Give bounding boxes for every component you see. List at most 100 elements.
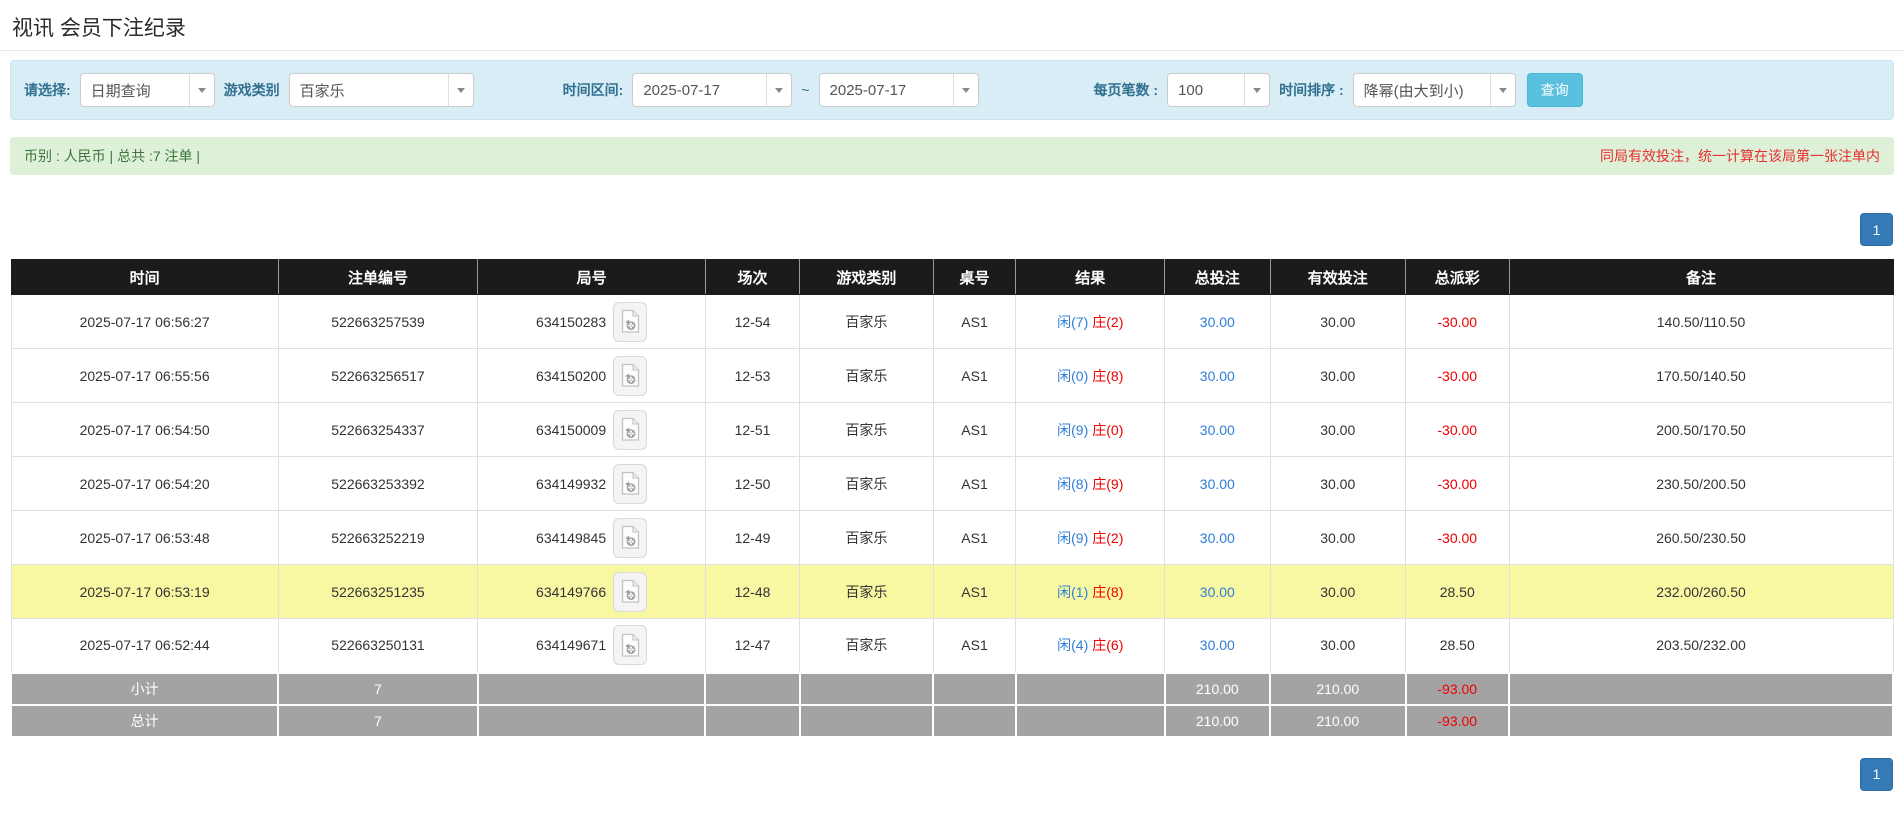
cell-time: 2025-07-17 06:55:56 [11, 349, 278, 403]
cell-round: 634150009 [478, 403, 706, 457]
cell-remark: 230.50/200.50 [1509, 457, 1893, 511]
cell-bet-id: 522663257539 [278, 295, 477, 349]
cell-session: 12-53 [705, 349, 799, 403]
summary-empty-cell [705, 673, 799, 705]
table-row: 2025-07-17 06:53:19 522663251235 6341497… [11, 565, 1893, 619]
summary-empty-cell [478, 705, 706, 737]
cell-bet-id: 522663251235 [278, 565, 477, 619]
video-replay-button[interactable] [613, 464, 647, 504]
result-banker: 庄(2) [1092, 530, 1123, 546]
table-row: 2025-07-17 06:55:56 522663256517 6341502… [11, 349, 1893, 403]
video-replay-button[interactable] [613, 410, 647, 450]
result-player: 闲(0) [1057, 368, 1088, 384]
cell-total-bet: 30.00 [1165, 295, 1270, 349]
round-id: 634149671 [536, 637, 606, 653]
total-bet-link[interactable]: 30.00 [1200, 530, 1235, 546]
date-from-value: 2025-07-17 [643, 82, 720, 99]
date-from-select[interactable]: 2025-07-17 [632, 73, 792, 107]
result-player: 闲(4) [1057, 637, 1088, 653]
video-replay-button[interactable] [613, 302, 647, 342]
cell-result: 闲(1)庄(8) [1016, 565, 1165, 619]
summary-count: 7 [278, 705, 477, 737]
summary-label: 小计 [11, 673, 278, 705]
cell-total-bet: 30.00 [1165, 349, 1270, 403]
cell-table-no: AS1 [933, 565, 1016, 619]
cell-table-no: AS1 [933, 349, 1016, 403]
cell-session: 12-47 [705, 619, 799, 673]
pagination-top: 1 [10, 213, 1894, 246]
video-file-icon [621, 363, 640, 388]
summary-row: 小计 7 210.00 210.00 -93.00 [11, 673, 1893, 705]
cell-time: 2025-07-17 06:56:27 [11, 295, 278, 349]
cell-time: 2025-07-17 06:53:48 [11, 511, 278, 565]
summary-empty-cell [1509, 673, 1893, 705]
cell-payout: -30.00 [1406, 457, 1510, 511]
cell-table-no: AS1 [933, 403, 1016, 457]
query-type-label: 请选择: [24, 80, 71, 100]
video-replay-button[interactable] [613, 572, 647, 612]
result-banker: 庄(6) [1092, 637, 1123, 653]
note-text: 同局有效投注，统一计算在该局第一张注单内 [1600, 146, 1880, 166]
round-id: 634150283 [536, 314, 606, 330]
search-button[interactable]: 查询 [1527, 73, 1583, 107]
total-bet-link[interactable]: 30.00 [1200, 368, 1235, 384]
page-size-select[interactable]: 100 [1167, 73, 1270, 107]
video-replay-button[interactable] [613, 518, 647, 558]
cell-result: 闲(9)庄(2) [1016, 511, 1165, 565]
column-header: 时间 [11, 260, 278, 295]
cell-valid-bet: 30.00 [1270, 295, 1406, 349]
pagination-bottom: 1 [10, 758, 1894, 791]
page-button-1[interactable]: 1 [1860, 758, 1893, 791]
table-row: 2025-07-17 06:56:27 522663257539 6341502… [11, 295, 1893, 349]
total-bet-link[interactable]: 30.00 [1200, 476, 1235, 492]
cell-payout: -30.00 [1406, 511, 1510, 565]
cell-total-bet: 30.00 [1165, 403, 1270, 457]
cell-total-bet: 30.00 [1165, 565, 1270, 619]
total-bet-link[interactable]: 30.00 [1200, 584, 1235, 600]
cell-payout: 28.50 [1406, 565, 1510, 619]
chevron-down-icon [189, 74, 214, 106]
sort-select[interactable]: 降幂(由大到小) [1353, 73, 1516, 107]
video-file-icon [621, 309, 640, 334]
chevron-down-icon [1490, 74, 1515, 106]
cell-game-type: 百家乐 [800, 295, 934, 349]
table-row: 2025-07-17 06:52:44 522663250131 6341496… [11, 619, 1893, 673]
summary-count: 7 [278, 673, 477, 705]
cell-bet-id: 522663254337 [278, 403, 477, 457]
cell-valid-bet: 30.00 [1270, 565, 1406, 619]
cell-remark: 200.50/170.50 [1509, 403, 1893, 457]
summary-total-bet: 210.00 [1165, 673, 1270, 705]
total-bet-link[interactable]: 30.00 [1200, 422, 1235, 438]
cell-valid-bet: 30.00 [1270, 511, 1406, 565]
chevron-down-icon [766, 74, 791, 106]
video-replay-button[interactable] [613, 625, 647, 665]
summary-valid-bet: 210.00 [1270, 705, 1406, 737]
cell-remark: 260.50/230.50 [1509, 511, 1893, 565]
round-id: 634150009 [536, 422, 606, 438]
cell-remark: 170.50/140.50 [1509, 349, 1893, 403]
query-type-select[interactable]: 日期查询 [80, 73, 215, 107]
total-bet-link[interactable]: 30.00 [1200, 637, 1235, 653]
cell-payout: -30.00 [1406, 349, 1510, 403]
cell-total-bet: 30.00 [1165, 511, 1270, 565]
page-size-label: 每页笔数 : [1094, 80, 1159, 100]
table-row: 2025-07-17 06:54:50 522663254337 6341500… [11, 403, 1893, 457]
summary-valid-bet: 210.00 [1270, 673, 1406, 705]
video-replay-button[interactable] [613, 356, 647, 396]
total-bet-link[interactable]: 30.00 [1200, 314, 1235, 330]
cell-game-type: 百家乐 [800, 349, 934, 403]
cell-round: 634150200 [478, 349, 706, 403]
cell-session: 12-49 [705, 511, 799, 565]
column-header: 桌号 [933, 260, 1016, 295]
column-header: 有效投注 [1270, 260, 1406, 295]
page-button-1[interactable]: 1 [1860, 213, 1893, 246]
summary-empty-cell [800, 705, 934, 737]
result-player: 闲(8) [1057, 476, 1088, 492]
video-file-icon [621, 471, 640, 496]
game-type-select[interactable]: 百家乐 [289, 73, 474, 107]
cell-bet-id: 522663250131 [278, 619, 477, 673]
column-header: 总投注 [1165, 260, 1270, 295]
date-to-select[interactable]: 2025-07-17 [819, 73, 979, 107]
cell-game-type: 百家乐 [800, 619, 934, 673]
video-file-icon [621, 417, 640, 442]
